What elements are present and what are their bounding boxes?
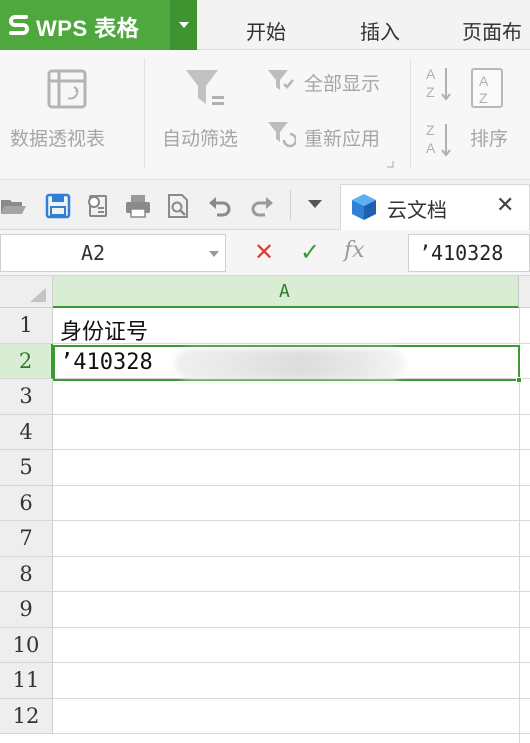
caret-down-icon xyxy=(179,22,189,28)
cell-a1[interactable]: 身份证号 xyxy=(60,314,148,346)
svg-text:A: A xyxy=(426,140,436,156)
svg-text:A: A xyxy=(426,66,436,82)
tab-insert[interactable]: 插入 xyxy=(360,16,400,45)
sort-icon: A Z xyxy=(471,68,503,108)
formula-input-value: ’410328 xyxy=(419,241,504,265)
ribbon: 数据透视表 自动筛选 全部显示 重新应用 A Z Z A A Z 排序 xyxy=(0,50,530,180)
ribbon-separator xyxy=(410,58,411,168)
autofilter-label: 自动筛选 xyxy=(162,128,239,150)
dialog-launcher-icon[interactable] xyxy=(386,160,394,168)
row-header-2[interactable]: 2 xyxy=(0,343,53,379)
row-header-5[interactable]: 5 xyxy=(0,450,53,486)
row-header-4[interactable]: 4 xyxy=(0,414,53,450)
row-header-10[interactable]: 10 xyxy=(0,627,53,663)
insert-function-icon[interactable]: fx xyxy=(344,238,365,263)
row-gridline xyxy=(53,520,530,521)
column-header-label: A xyxy=(279,281,290,302)
pivot-table-label: 数据透视表 xyxy=(10,128,106,150)
show-all-filter-icon xyxy=(268,70,294,90)
toolbar-separator xyxy=(290,190,291,220)
save-icon[interactable] xyxy=(44,192,72,220)
row-header-6[interactable]: 6 xyxy=(0,485,53,521)
quick-access-toolbar: 云文档 ✕ xyxy=(0,180,530,230)
svg-text:Z: Z xyxy=(426,84,435,100)
fill-handle[interactable] xyxy=(516,377,522,383)
dropdown-icon[interactable] xyxy=(306,198,324,210)
row-gridline xyxy=(53,555,530,557)
row-header-9[interactable]: 9 xyxy=(0,592,53,628)
row-header-8[interactable]: 8 xyxy=(0,556,53,592)
formula-input[interactable]: ’410328 xyxy=(408,234,530,272)
row-header-7[interactable]: 7 xyxy=(0,521,53,557)
name-box-dropdown-icon[interactable] xyxy=(209,251,219,257)
row-gridline xyxy=(53,697,530,699)
show-all-label: 全部显示 xyxy=(304,73,381,95)
row-gridline xyxy=(53,449,530,450)
close-tab-icon[interactable]: ✕ xyxy=(496,193,514,218)
column-header-a[interactable]: A xyxy=(53,276,519,308)
ribbon-separator xyxy=(144,58,145,168)
row-header-12[interactable]: 12 xyxy=(0,698,53,734)
sort-ascending-icon[interactable]: A Z xyxy=(424,64,454,104)
formula-bar: A2 ✕ ✓ fx ’410328 xyxy=(0,230,530,276)
confirm-edit-icon[interactable]: ✓ xyxy=(300,238,320,266)
svg-text:A: A xyxy=(479,73,489,89)
title-bar: WPS 表格 开始 插入 页面布 xyxy=(0,0,530,50)
app-name: WPS 表格 xyxy=(36,16,140,41)
select-all-corner[interactable] xyxy=(0,276,53,308)
open-icon[interactable] xyxy=(0,192,28,220)
cloud-doc-label: 云文档 xyxy=(387,198,447,222)
row-header-3[interactable]: 3 xyxy=(0,379,53,415)
name-box[interactable]: A2 xyxy=(0,234,226,272)
sort-label: 排序 xyxy=(470,128,509,150)
preview-icon[interactable] xyxy=(164,192,192,220)
print-preview-icon[interactable] xyxy=(84,192,112,220)
column-header-b[interactable] xyxy=(519,276,530,308)
select-all-triangle-icon xyxy=(30,288,46,302)
row-gridline xyxy=(53,662,530,663)
cloud-doc-cube-icon xyxy=(352,194,376,220)
redacted-blur xyxy=(175,349,405,379)
tab-page-layout[interactable]: 页面布 xyxy=(462,16,522,45)
app-menu-dropdown[interactable] xyxy=(170,0,197,50)
svg-text:Z: Z xyxy=(426,122,435,138)
print-icon[interactable] xyxy=(124,192,152,220)
app-menu-button[interactable]: WPS 表格 xyxy=(0,0,197,50)
reapply-filter-icon xyxy=(268,122,296,148)
row-gridline xyxy=(53,413,530,415)
pivot-table-icon xyxy=(47,69,87,109)
redo-icon[interactable] xyxy=(248,192,276,220)
row-gridline xyxy=(53,484,530,486)
cloud-doc-tab[interactable]: 云文档 ✕ xyxy=(340,184,530,230)
spreadsheet-grid: A 1 2 3 4 5 6 7 8 9 10 11 12 身份证号 ’410328 xyxy=(0,276,530,743)
cell-a2-value: ’410328 xyxy=(60,350,153,375)
reapply-label: 重新应用 xyxy=(304,128,381,150)
wps-logo-icon xyxy=(9,15,29,35)
row-header-11[interactable]: 11 xyxy=(0,663,53,699)
row-header-1[interactable]: 1 xyxy=(0,308,53,344)
sort-descending-icon[interactable]: Z A xyxy=(424,120,454,160)
name-box-value: A2 xyxy=(81,241,106,265)
row-gridline xyxy=(53,626,530,628)
tab-home[interactable]: 开始 xyxy=(246,16,286,45)
row-gridline xyxy=(53,591,530,592)
cancel-edit-icon[interactable]: ✕ xyxy=(254,238,274,266)
svg-text:Z: Z xyxy=(479,90,488,106)
undo-icon[interactable] xyxy=(206,192,234,220)
filter-icon xyxy=(186,70,224,105)
row-gridline xyxy=(53,733,530,734)
